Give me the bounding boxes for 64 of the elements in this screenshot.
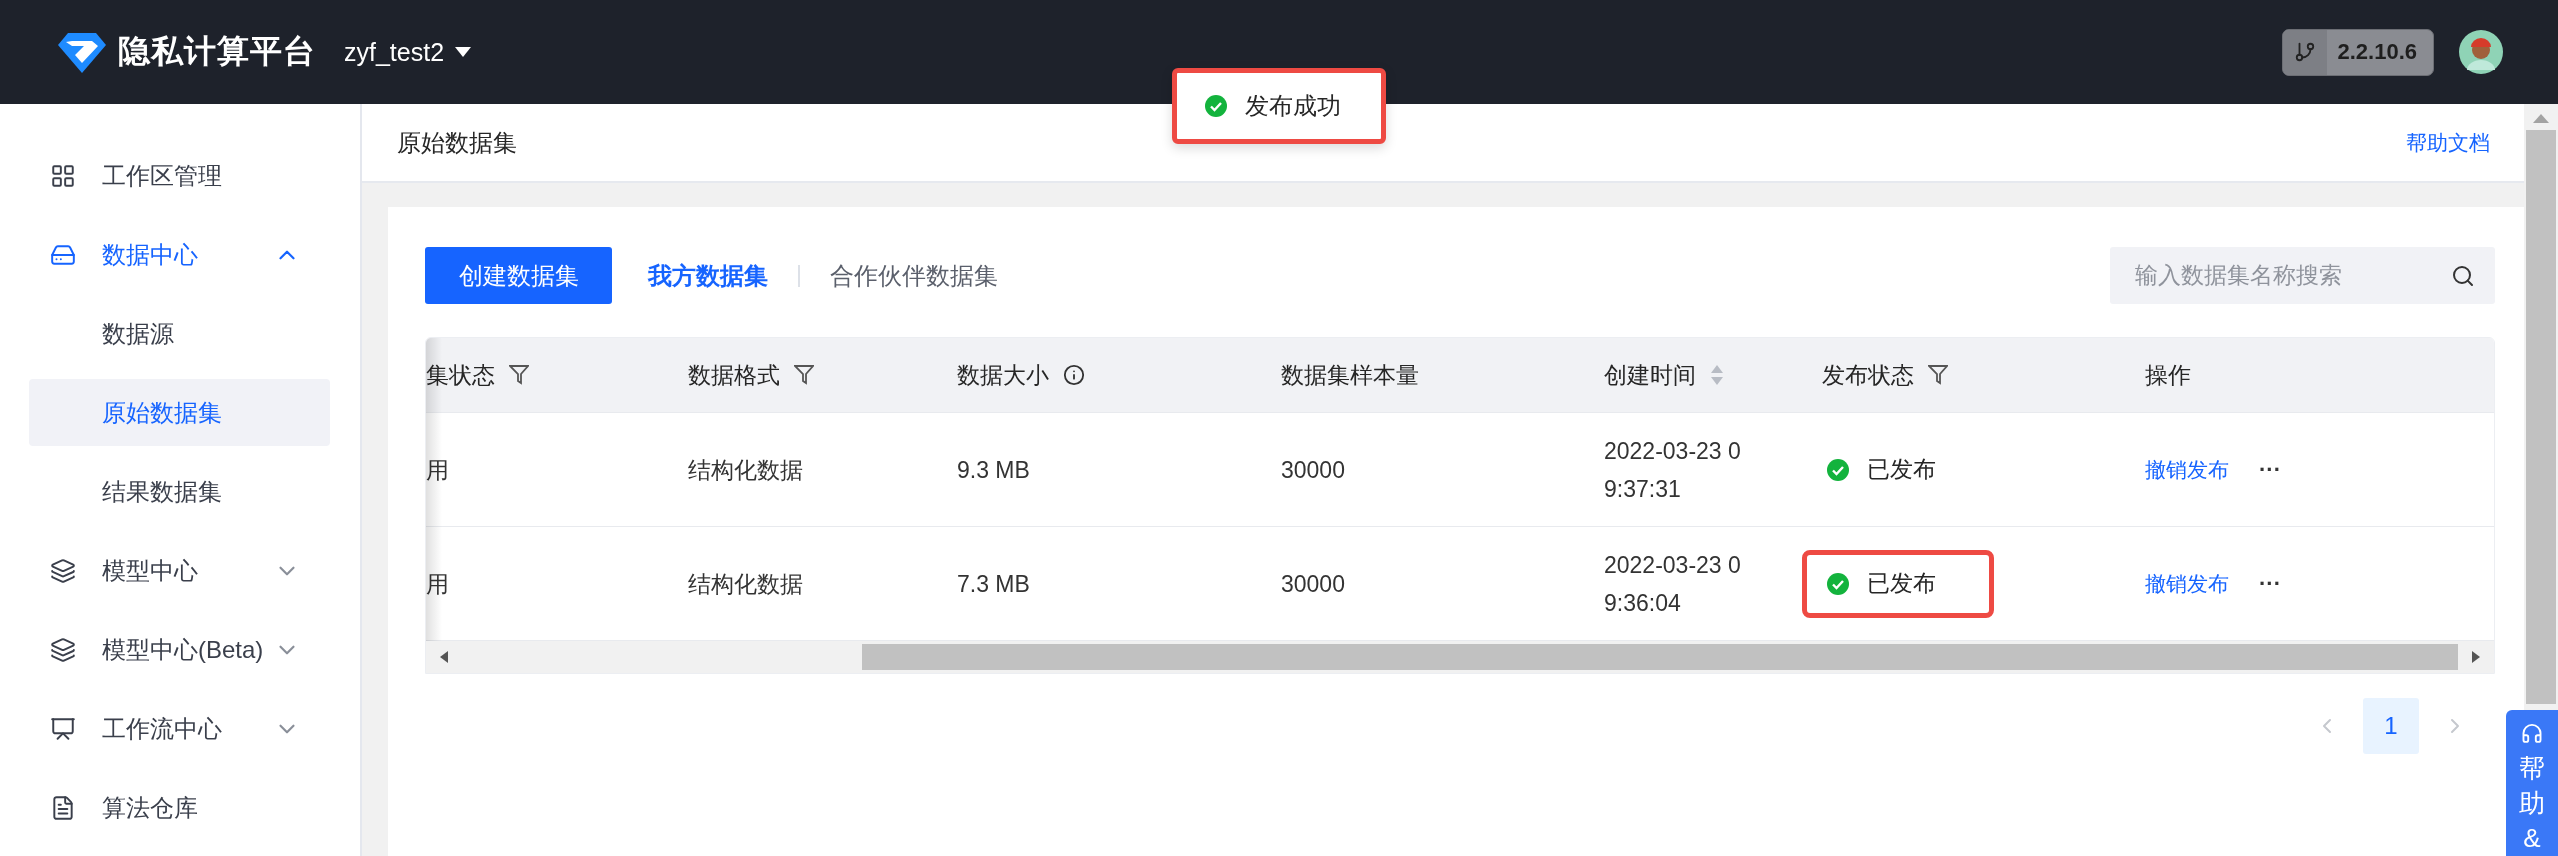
dataset-tab[interactable]: 我方数据集	[648, 259, 768, 292]
sidebar-item[interactable]: 工作流中心	[29, 695, 330, 762]
sidebar-item[interactable]: 算法仓库	[29, 774, 330, 841]
horizontal-scrollbar[interactable]	[426, 641, 2494, 673]
grid-icon	[50, 162, 76, 189]
table-cell-text: 30000	[1281, 569, 1346, 599]
filter-icon[interactable]	[1928, 364, 1948, 386]
sidebar-item[interactable]: 模型中心	[29, 537, 330, 604]
page-title: 原始数据集	[397, 127, 517, 158]
sidebar-item[interactable]: 模型中心(Beta)	[29, 616, 330, 683]
page-button[interactable]: 1	[2363, 698, 2419, 754]
version-badge: 2.2.10.6	[2282, 28, 2434, 76]
more-button[interactable]: ···	[2259, 456, 2281, 483]
column-header: 集状态	[426, 360, 495, 390]
filter-icon[interactable]	[794, 364, 814, 386]
avatar[interactable]	[2459, 30, 2503, 74]
success-toast: 发布成功	[1172, 68, 1386, 144]
logo-icon	[58, 31, 106, 73]
table-cell-text: 2022-03-23 09:36:04	[1604, 550, 1742, 618]
sidebar-subitem[interactable]: 结果数据集	[29, 458, 330, 525]
sidebar-subitem[interactable]: 数据源	[29, 300, 330, 367]
column-header: 数据集样本量	[1281, 360, 1419, 390]
dataset-tab[interactable]: 合作伙伴数据集	[830, 259, 998, 292]
table-cell-text: 30000	[1281, 455, 1346, 485]
unpublish-link[interactable]: 撤销发布	[2145, 569, 2229, 598]
search-field[interactable]: 输入数据集名称搜索	[2110, 247, 2495, 304]
table-cell-text: 用	[426, 455, 450, 485]
caret-icon	[454, 46, 473, 58]
logo-text: 隐私计算平台	[118, 32, 316, 71]
table-cell-text: 7.3 MB	[957, 569, 1031, 599]
sidebar-item[interactable]: 工作区管理	[29, 142, 330, 209]
table-cell-text: 2022-03-23 09:37:31	[1604, 436, 1742, 504]
unpublish-link[interactable]: 撤销发布	[2145, 455, 2229, 484]
filter-icon[interactable]	[509, 364, 529, 386]
search-input[interactable]: 输入数据集名称搜索	[2133, 261, 2451, 290]
column-header: 数据大小	[957, 360, 1049, 390]
monitor-icon	[50, 715, 76, 742]
layers-icon	[50, 636, 76, 663]
layers-icon	[50, 557, 76, 584]
info-icon	[1063, 364, 1085, 386]
column-header: 发布状态	[1822, 360, 1914, 390]
column-header: 操作	[2145, 360, 2191, 390]
table-cell-text: 结构化数据	[688, 569, 804, 599]
table-cell-text: 9.3 MB	[957, 455, 1031, 485]
sidebar-subitem[interactable]: 原始数据集	[29, 379, 330, 446]
document-icon	[50, 794, 76, 821]
table-cell-text: 结构化数据	[688, 455, 804, 485]
help-docs-link[interactable]: 帮助文档	[2406, 128, 2490, 157]
sidebar-item[interactable]: 数据中心	[29, 221, 330, 288]
create-dataset-button[interactable]: 创建数据集	[425, 247, 612, 304]
project-selector[interactable]: zyf_test2	[344, 37, 473, 67]
scroll-right-icon[interactable]	[2470, 649, 2482, 665]
branch-icon	[2294, 41, 2317, 63]
check-circle-icon	[1205, 95, 1227, 117]
column-header: 数据格式	[688, 360, 780, 390]
headset-icon	[2520, 722, 2544, 745]
help-float-button[interactable]: 帮助&	[2506, 710, 2558, 856]
more-button[interactable]: ···	[2259, 570, 2281, 597]
table-cell-text: 用	[426, 569, 450, 599]
status-cell: 已发布	[1802, 435, 1994, 504]
scroll-left-icon[interactable]	[438, 649, 450, 665]
column-header: 创建时间	[1604, 360, 1696, 390]
status-cell: 已发布	[1802, 549, 1994, 618]
search-icon[interactable]	[2451, 263, 2475, 288]
